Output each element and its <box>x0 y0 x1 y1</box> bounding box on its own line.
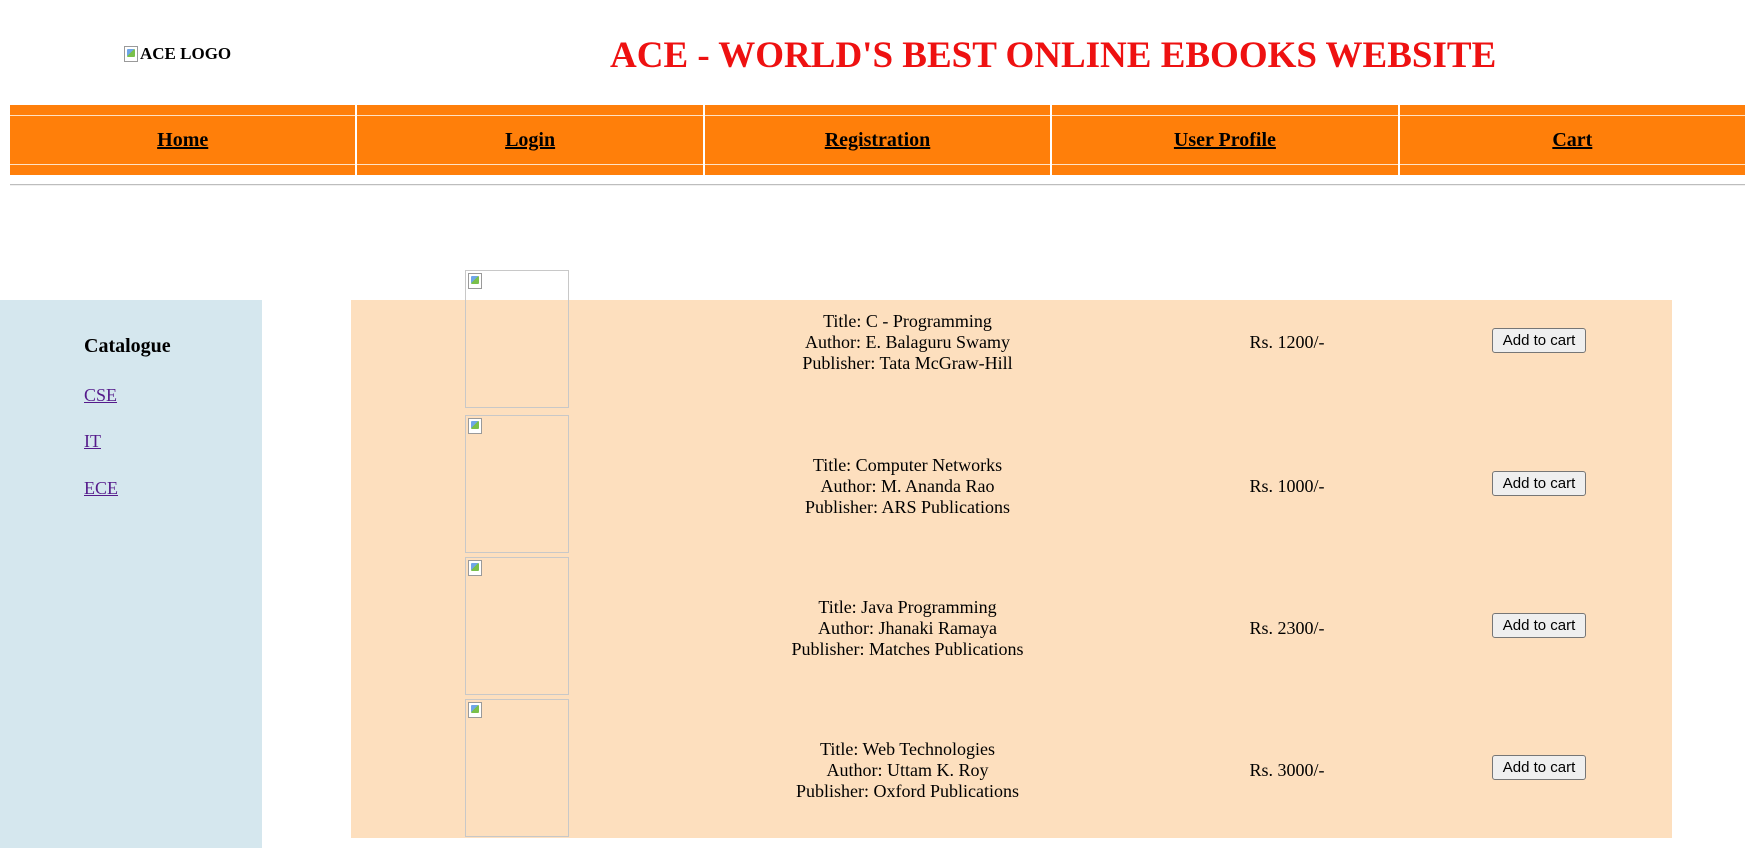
book-list: Title: C - Programming Author: E. Balagu… <box>351 270 1672 841</box>
nav-cell-home: Home <box>10 105 356 175</box>
broken-image-icon <box>468 702 482 718</box>
broken-image-icon <box>468 418 482 434</box>
book-info: Title: Java Programming Author: Jhanaki … <box>721 557 1094 699</box>
book-info: Title: Web Technologies Author: Uttam K.… <box>721 699 1094 841</box>
catalogue-link-cse[interactable]: CSE <box>84 385 117 406</box>
logo-alt-text: ACE LOGO <box>140 44 232 63</box>
book-title: Title: Web Technologies <box>820 738 995 759</box>
book-cover-image <box>465 415 569 553</box>
broken-image-icon <box>124 46 138 62</box>
book-author: Author: Uttam K. Roy <box>826 759 989 780</box>
main-nav: Home Login Registration User Profile Car… <box>10 105 1746 175</box>
book-price: Rs. 2300/- <box>1249 617 1325 638</box>
nav-link-cart[interactable]: Cart <box>1552 129 1592 152</box>
book-title: Title: C - Programming <box>823 310 992 331</box>
nav-link-home[interactable]: Home <box>157 129 208 152</box>
book-price: Rs. 3000/- <box>1249 759 1325 780</box>
book-row: Title: C - Programming Author: E. Balagu… <box>351 270 1672 412</box>
nav-link-login[interactable]: Login <box>505 129 555 152</box>
catalogue-sidebar: Catalogue CSE IT ECE <box>0 300 262 848</box>
book-info: Title: C - Programming Author: E. Balagu… <box>721 286 1094 398</box>
nav-link-user-profile[interactable]: User Profile <box>1174 129 1276 152</box>
horizontal-rule <box>10 184 1745 186</box>
nav-cell-login: Login <box>355 105 704 175</box>
site-title: ACE - WORLD'S BEST ONLINE EBOOKS WEBSITE <box>610 35 1497 76</box>
add-to-cart-button[interactable]: Add to cart <box>1492 755 1586 780</box>
book-author: Author: E. Balaguru Swamy <box>805 331 1010 352</box>
catalogue-title: Catalogue <box>84 335 171 357</box>
book-publisher: Publisher: Oxford Publications <box>796 780 1019 801</box>
book-cover-image <box>465 557 569 695</box>
add-to-cart-button[interactable]: Add to cart <box>1492 613 1586 638</box>
book-author: Author: M. Ananda Rao <box>820 475 995 496</box>
nav-cell-cart: Cart <box>1397 105 1746 175</box>
book-info: Title: Computer Networks Author: M. Anan… <box>721 415 1094 557</box>
add-to-cart-button[interactable]: Add to cart <box>1492 328 1586 353</box>
broken-image-icon <box>468 560 482 576</box>
book-title: Title: Computer Networks <box>812 454 1003 475</box>
nav-link-registration[interactable]: Registration <box>825 129 931 152</box>
book-price: Rs. 1000/- <box>1249 475 1325 496</box>
book-publisher: Publisher: Matches Publications <box>791 638 1024 659</box>
book-row: Title: Web Technologies Author: Uttam K.… <box>351 699 1672 841</box>
book-cover-image <box>465 270 569 408</box>
catalogue-link-it[interactable]: IT <box>84 431 101 452</box>
book-publisher: Publisher: ARS Publications <box>804 496 1011 517</box>
add-to-cart-button[interactable]: Add to cart <box>1492 471 1586 496</box>
book-author: Author: Jhanaki Ramaya <box>818 617 997 638</box>
book-row: Title: Computer Networks Author: M. Anan… <box>351 415 1672 557</box>
site-logo: ACE LOGO <box>124 44 231 64</box>
book-publisher: Publisher: Tata McGraw-Hill <box>802 352 1013 373</box>
book-cover-image <box>465 699 569 837</box>
catalogue-link-ece[interactable]: ECE <box>84 478 118 499</box>
book-row: Title: Java Programming Author: Jhanaki … <box>351 557 1672 699</box>
nav-cell-registration: Registration <box>702 105 1051 175</box>
book-title: Title: Java Programming <box>818 596 997 617</box>
nav-cell-user-profile: User Profile <box>1050 105 1399 175</box>
broken-image-icon <box>468 273 482 289</box>
book-price: Rs. 1200/- <box>1249 331 1325 352</box>
